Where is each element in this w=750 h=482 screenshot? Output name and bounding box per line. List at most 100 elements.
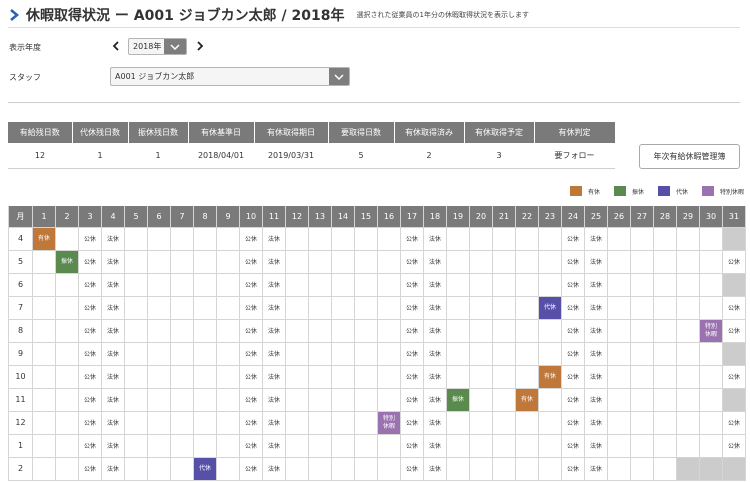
- calendar-day-cell[interactable]: [331, 226, 355, 251]
- calendar-day-cell[interactable]: [32, 249, 56, 274]
- calendar-day-cell[interactable]: [538, 456, 562, 481]
- calendar-holiday-cell[interactable]: 法休: [101, 249, 125, 274]
- calendar-holiday-cell[interactable]: 法休: [262, 318, 286, 343]
- calendar-holiday-cell[interactable]: 公休: [78, 456, 102, 481]
- calendar-day-cell[interactable]: [147, 364, 171, 389]
- calendar-holiday-cell[interactable]: 法休: [423, 341, 447, 366]
- calendar-day-cell[interactable]: [147, 226, 171, 251]
- calendar-holiday-cell[interactable]: 公休: [561, 364, 585, 389]
- calendar-day-cell[interactable]: [32, 341, 56, 366]
- calendar-day-cell[interactable]: [285, 341, 309, 366]
- calendar-day-cell[interactable]: [653, 272, 677, 297]
- calendar-holiday-cell[interactable]: 公休: [239, 341, 263, 366]
- calendar-day-cell[interactable]: [170, 341, 194, 366]
- calendar-holiday-cell[interactable]: 法休: [262, 387, 286, 412]
- calendar-day-cell[interactable]: [630, 226, 654, 251]
- calendar-leave-cell[interactable]: 有休: [538, 364, 562, 389]
- calendar-day-cell[interactable]: [377, 433, 401, 458]
- calendar-day-cell[interactable]: [492, 226, 516, 251]
- calendar-day-cell[interactable]: [446, 433, 470, 458]
- calendar-day-cell[interactable]: [124, 456, 148, 481]
- calendar-day-cell[interactable]: [377, 318, 401, 343]
- calendar-day-cell[interactable]: [699, 249, 723, 274]
- calendar-day-cell[interactable]: [32, 456, 56, 481]
- calendar-day-cell[interactable]: [446, 272, 470, 297]
- calendar-holiday-cell[interactable]: 公休: [561, 387, 585, 412]
- calendar-day-cell[interactable]: [193, 295, 217, 320]
- calendar-day-cell[interactable]: [124, 387, 148, 412]
- calendar-day-cell[interactable]: [147, 318, 171, 343]
- calendar-holiday-cell[interactable]: 公休: [400, 226, 424, 251]
- calendar-day-cell[interactable]: [285, 295, 309, 320]
- calendar-day-cell[interactable]: [377, 295, 401, 320]
- calendar-holiday-cell[interactable]: 公休: [239, 410, 263, 435]
- calendar-holiday-cell[interactable]: 法休: [423, 272, 447, 297]
- calendar-day-cell[interactable]: [170, 410, 194, 435]
- staff-select[interactable]: A001 ジョブカン太郎: [110, 67, 350, 86]
- calendar-day-cell[interactable]: [331, 410, 355, 435]
- calendar-day-cell[interactable]: [377, 226, 401, 251]
- calendar-day-cell[interactable]: [216, 410, 240, 435]
- calendar-day-cell[interactable]: [676, 433, 700, 458]
- calendar-day-cell[interactable]: [170, 318, 194, 343]
- calendar-day-cell[interactable]: [193, 387, 217, 412]
- calendar-holiday-cell[interactable]: 法休: [262, 295, 286, 320]
- calendar-day-cell[interactable]: [216, 295, 240, 320]
- calendar-day-cell[interactable]: [492, 341, 516, 366]
- calendar-day-cell[interactable]: [515, 226, 539, 251]
- calendar-day-cell[interactable]: [354, 410, 378, 435]
- calendar-leave-cell[interactable]: 振休: [55, 249, 79, 274]
- calendar-day-cell[interactable]: [653, 226, 677, 251]
- calendar-day-cell[interactable]: [55, 272, 79, 297]
- calendar-day-cell[interactable]: [331, 364, 355, 389]
- calendar-holiday-cell[interactable]: 公休: [561, 226, 585, 251]
- calendar-day-cell[interactable]: [170, 456, 194, 481]
- calendar-holiday-cell[interactable]: 法休: [101, 295, 125, 320]
- year-select[interactable]: 2018年: [128, 38, 187, 55]
- calendar-day-cell[interactable]: [538, 433, 562, 458]
- calendar-day-cell[interactable]: [377, 341, 401, 366]
- calendar-day-cell[interactable]: [331, 433, 355, 458]
- calendar-day-cell[interactable]: [285, 456, 309, 481]
- calendar-day-cell[interactable]: [469, 318, 493, 343]
- calendar-day-cell[interactable]: [469, 387, 493, 412]
- calendar-day-cell[interactable]: [124, 272, 148, 297]
- calendar-day-cell[interactable]: [699, 410, 723, 435]
- calendar-day-cell[interactable]: [308, 341, 332, 366]
- calendar-day-cell[interactable]: [607, 433, 631, 458]
- calendar-day-cell[interactable]: [55, 387, 79, 412]
- calendar-day-cell[interactable]: [124, 295, 148, 320]
- calendar-day-cell[interactable]: [285, 226, 309, 251]
- calendar-day-cell[interactable]: [446, 456, 470, 481]
- calendar-day-cell[interactable]: [446, 295, 470, 320]
- calendar-day-cell[interactable]: [331, 318, 355, 343]
- calendar-day-cell[interactable]: [377, 272, 401, 297]
- calendar-holiday-cell[interactable]: 法休: [262, 364, 286, 389]
- calendar-day-cell[interactable]: [630, 387, 654, 412]
- calendar-day-cell[interactable]: [216, 387, 240, 412]
- calendar-holiday-cell[interactable]: 法休: [423, 387, 447, 412]
- calendar-day-cell[interactable]: [653, 295, 677, 320]
- calendar-day-cell[interactable]: [32, 410, 56, 435]
- calendar-holiday-cell[interactable]: 法休: [423, 318, 447, 343]
- calendar-day-cell[interactable]: [607, 341, 631, 366]
- calendar-holiday-cell[interactable]: 公休: [400, 318, 424, 343]
- calendar-day-cell[interactable]: [446, 318, 470, 343]
- calendar-day-cell[interactable]: [538, 272, 562, 297]
- calendar-holiday-cell[interactable]: 法休: [584, 433, 608, 458]
- calendar-day-cell[interactable]: [331, 387, 355, 412]
- calendar-holiday-cell[interactable]: 法休: [423, 433, 447, 458]
- calendar-day-cell[interactable]: [492, 249, 516, 274]
- calendar-day-cell[interactable]: [699, 295, 723, 320]
- calendar-day-cell[interactable]: [354, 456, 378, 481]
- calendar-day-cell[interactable]: [193, 318, 217, 343]
- calendar-day-cell[interactable]: [446, 364, 470, 389]
- calendar-holiday-cell[interactable]: 法休: [584, 341, 608, 366]
- calendar-day-cell[interactable]: [331, 249, 355, 274]
- calendar-day-cell[interactable]: [124, 226, 148, 251]
- calendar-day-cell[interactable]: [469, 341, 493, 366]
- calendar-day-cell[interactable]: [216, 226, 240, 251]
- calendar-day-cell[interactable]: [653, 341, 677, 366]
- calendar-day-cell[interactable]: [538, 410, 562, 435]
- calendar-day-cell[interactable]: [147, 272, 171, 297]
